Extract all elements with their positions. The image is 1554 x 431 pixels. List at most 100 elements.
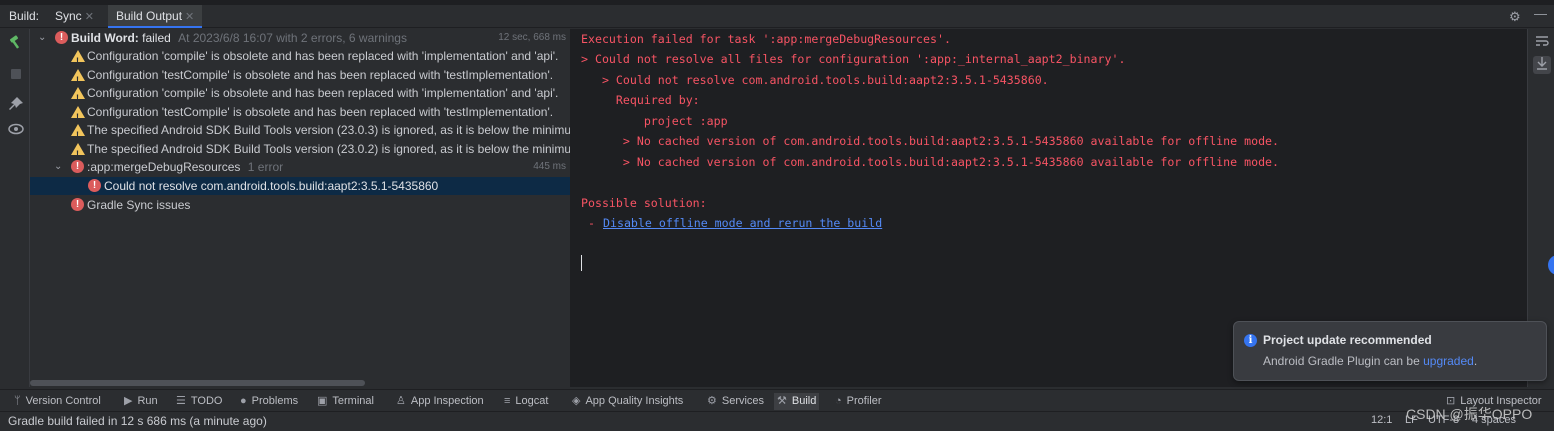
close-icon[interactable]: ✕ [85,11,94,23]
tool-version-control[interactable]: ᛘ Version Control [14,393,101,410]
close-icon[interactable]: ✕ [185,11,194,23]
console-line: project :app [581,114,728,128]
build-duration: 12 sec, 668 ms [498,32,566,43]
services-icon: ⚙ [707,395,717,407]
chevron-down-icon[interactable]: ⌄ [54,158,62,176]
build-tool-window-header: Build: Sync ✕ Build Output ✕ ⚙ — [0,5,1554,28]
warning-icon: ! [71,87,85,102]
warning-text: Configuration 'testCompile' is obsolete … [87,68,554,82]
bottom-tool-stripe: ᛘ Version Control ▶ Run ☰ TODO ● Problems ▣ T… [0,389,1554,411]
status-message[interactable]: Gradle build failed in 12 s 686 ms (a mi… [8,414,267,428]
tab-sync[interactable]: Sync ✕ [47,5,102,28]
notification-suffix: . [1473,354,1478,368]
gear-icon[interactable]: ⚙ [1509,9,1521,25]
console-line: - [581,216,602,230]
error-icon: ! [71,160,84,173]
tool-run[interactable]: ▶ Run [124,393,158,410]
tool-build[interactable]: ⚒ Build [774,393,820,410]
stop-icon[interactable] [8,66,24,82]
warning-text: Configuration 'compile' is obsolete and … [87,49,559,63]
tool-label: Version Control [25,395,101,407]
tool-profiler[interactable]: ◔ Profiler [835,393,882,410]
tool-label: App Inspection [410,395,484,407]
eye-icon[interactable] [8,121,24,137]
horizontal-scrollbar[interactable] [30,380,365,386]
console-line: Possible solution: [581,196,707,210]
build-tree: ⌄ ! Build Word: failed At 2023/6/8 16:07… [30,29,570,387]
tree-error-row[interactable]: ! Could not resolve com.android.tools.bu… [30,177,570,195]
tree-task-row[interactable]: ⌄ ! :app:mergeDebugResources 1 error 445… [30,158,570,176]
tool-label: Services [721,395,765,407]
tab-build-output[interactable]: Build Output ✕ [108,5,203,28]
tool-label: Run [137,395,158,407]
warning-icon: ! [71,143,85,158]
terminal-icon: ▣ [317,395,328,407]
error-text: Could not resolve com.android.tools.buil… [104,179,439,193]
caret-position[interactable]: 12:1 [1371,414,1392,426]
pin-icon[interactable] [8,96,24,112]
error-icon: ! [71,198,84,211]
build-meta: At 2023/6/8 16:07 with 2 errors, 6 warni… [178,31,407,45]
upgrade-link[interactable]: upgraded [1423,354,1474,368]
warning-text: Configuration 'compile' is obsolete and … [87,86,559,100]
tool-terminal[interactable]: ▣ Terminal [317,393,374,410]
tree-root-row[interactable]: ⌄ ! Build Word: failed At 2023/6/8 16:07… [30,29,570,47]
text-caret [581,255,582,271]
status-bar: Gradle build failed in 12 s 686 ms (a mi… [0,411,1554,431]
tree-warning-row[interactable]: ! The specified Android SDK Build Tools … [30,121,570,139]
warning-text: The specified Android SDK Build Tools ve… [87,123,570,137]
console-line: Required by: [581,93,700,107]
tool-label: TODO [190,395,223,407]
notification-body: Android Gradle Plugin can be [1263,354,1424,368]
app-quality-icon: ◈ [572,395,581,407]
tree-warning-row[interactable]: ! Configuration 'testCompile' is obsolet… [30,66,570,84]
tab-sync-label: Sync [55,9,82,23]
console-line: > No cached version of com.android.tools… [581,155,1280,169]
console-line: > Could not resolve com.android.tools.bu… [581,73,1049,87]
tool-services[interactable]: ⚙ Services [707,393,764,410]
console-line: > Could not resolve all files for config… [581,52,1126,66]
scroll-to-end-icon[interactable] [1533,56,1551,74]
tree-sync-row[interactable]: ! Gradle Sync issues [30,196,570,214]
tool-app-inspection[interactable]: ♙ App Inspection [396,393,484,410]
todo-icon: ☰ [176,395,186,407]
project-update-notification[interactable]: i Project update recommended Android Gra… [1233,321,1547,381]
tool-todo[interactable]: ☰ TODO [176,393,222,410]
tool-logcat[interactable]: ≡ Logcat [504,393,548,410]
tool-label: Logcat [515,395,549,407]
tool-label: Profiler [846,395,882,407]
tool-label: Problems [251,395,299,407]
sync-issue-text: Gradle Sync issues [87,198,191,212]
console-line: Execution failed for task ':app:mergeDeb… [581,32,951,46]
tool-window-title: Build: [9,9,40,23]
tree-warning-row[interactable]: ! Configuration 'compile' is obsolete an… [30,47,570,65]
tool-problems[interactable]: ● Problems [240,393,298,410]
disable-offline-link[interactable]: Disable offline mode and rerun the build [603,216,882,231]
tree-warning-row[interactable]: ! Configuration 'compile' is obsolete an… [30,84,570,102]
tool-label: Terminal [332,395,374,407]
warning-text: Configuration 'testCompile' is obsolete … [87,105,554,119]
chevron-down-icon[interactable]: ⌄ [38,29,46,47]
soft-wrap-icon[interactable] [1533,34,1551,52]
minimize-icon[interactable]: — [1534,6,1547,21]
tool-label: Build [791,395,817,407]
console-line: > No cached version of com.android.tools… [581,134,1280,148]
warning-icon: ! [71,106,85,121]
tree-warning-row[interactable]: ! The specified Android SDK Build Tools … [30,140,570,158]
build-status: failed [142,31,171,45]
version-control-icon: ᛘ [14,395,21,407]
info-icon: i [1244,334,1257,347]
tree-warning-row[interactable]: ! Configuration 'testCompile' is obsolet… [30,103,570,121]
run-icon: ▶ [124,395,133,407]
logcat-icon: ≡ [504,395,511,407]
task-duration: 445 ms [533,161,566,172]
build-left-toolbar [0,29,30,387]
build-label: Build Word: [71,31,139,45]
hammer-icon[interactable] [8,34,24,50]
csdn-watermark: CSDN @振华OPPO [1406,406,1533,422]
tool-app-quality-insights[interactable]: ◈ App Quality Insights [572,393,683,410]
app-inspection-icon: ♙ [396,395,406,407]
warning-icon: ! [71,50,85,65]
problems-icon: ● [240,395,247,407]
error-icon: ! [55,31,68,44]
